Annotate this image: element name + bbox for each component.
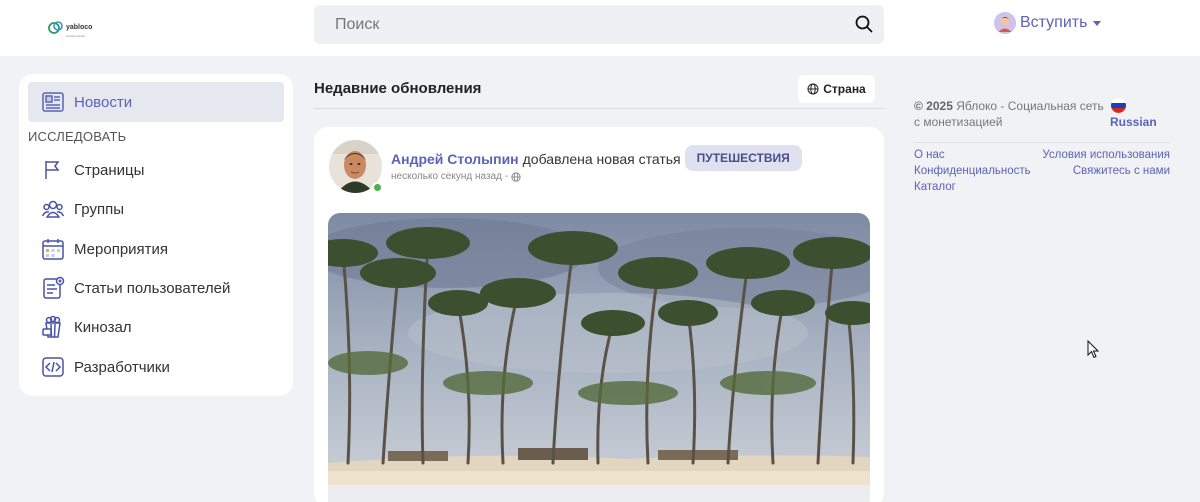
post-headline: Андрей Столыпин добавлена новая статья П…	[391, 145, 802, 171]
post-action-text: добавлена новая статья	[522, 150, 681, 167]
about-link[interactable]: О нас	[914, 149, 945, 161]
left-sidebar: Новости ИССЛЕДОВАТЬ Страницы Группы Меро…	[19, 74, 293, 396]
post-author-link[interactable]: Андрей Столыпин	[391, 151, 519, 167]
sidebar-item-label: Мероприятия	[74, 240, 169, 258]
sidebar-item-label: Группы	[74, 200, 124, 218]
country-filter-label: Страна	[823, 82, 866, 96]
explore-section-label: ИССЛЕДОВАТЬ	[28, 129, 127, 144]
mouse-cursor-icon	[1087, 340, 1099, 359]
logo-icon	[48, 21, 63, 34]
privacy-link[interactable]: Конфиденциальность	[914, 165, 1031, 177]
sidebar-item-groups[interactable]: Группы	[28, 191, 284, 227]
country-filter-button[interactable]: Страна	[798, 75, 875, 103]
join-button[interactable]: Вступить	[994, 12, 1102, 34]
globe-icon	[807, 83, 819, 95]
feed-divider	[314, 108, 884, 109]
feed-title: Недавние обновления	[314, 80, 482, 97]
post-timestamp[interactable]: несколько секунд назад -	[391, 171, 508, 182]
globe-icon	[511, 171, 521, 182]
flag-icon	[45, 161, 60, 179]
sidebar-item-label: Разработчики	[74, 358, 170, 376]
calendar-icon	[42, 239, 64, 260]
top-header: yabloco social network Вступить	[0, 0, 1200, 56]
logo-text: yabloco	[66, 24, 93, 31]
search-icon[interactable]	[855, 15, 873, 33]
language-switcher[interactable]: Russian	[1110, 98, 1157, 129]
sidebar-item-label: Статьи пользователей	[74, 279, 231, 297]
sidebar-item-articles[interactable]: Статьи пользователей	[28, 270, 284, 306]
users-icon	[41, 200, 65, 218]
copyright-year: © 2025	[914, 99, 953, 113]
footer-divider	[914, 142, 1170, 143]
sidebar-item-events[interactable]: Мероприятия	[28, 231, 284, 267]
code-icon	[42, 357, 64, 377]
sidebar-item-label: Кинозал	[74, 318, 132, 336]
search-input[interactable]	[314, 15, 834, 34]
russia-flag-icon	[1111, 98, 1126, 113]
post-card: Андрей Столыпин добавлена новая статья П…	[314, 127, 884, 502]
newspaper-icon	[42, 92, 64, 112]
sidebar-item-label: Новости	[74, 93, 133, 111]
article-icon	[43, 276, 65, 299]
online-status-indicator	[372, 182, 383, 193]
sidebar-item-pages[interactable]: Страницы	[28, 152, 284, 188]
language-label: Russian	[1110, 115, 1157, 129]
user-avatar-icon	[994, 12, 1016, 34]
site-logo[interactable]: yabloco social network	[48, 16, 92, 38]
sidebar-item-label: Страницы	[74, 161, 145, 179]
catalog-link[interactable]: Каталог	[914, 181, 956, 193]
post-category-tag[interactable]: ПУТЕШЕСТВИЯ	[684, 145, 802, 171]
search-bar	[314, 5, 884, 44]
post-meta: несколько секунд назад -	[391, 171, 521, 182]
chevron-down-icon	[1093, 20, 1102, 26]
post-image-palm-beach[interactable]	[328, 213, 870, 485]
sidebar-item-news[interactable]: Новости	[28, 82, 284, 122]
post-content-area	[328, 485, 870, 502]
terms-link[interactable]: Условия использования	[1042, 149, 1170, 161]
logo-subtitle: social network	[66, 34, 86, 38]
sidebar-item-cinema[interactable]: Кинозал	[28, 309, 284, 345]
join-label: Вступить	[1020, 14, 1088, 31]
contact-link[interactable]: Свяжитесь с нами	[1073, 165, 1170, 177]
copyright-text: © 2025 Яблоко - Социальная сеть с монети…	[914, 98, 1104, 130]
sidebar-item-developers[interactable]: Разработчики	[28, 349, 284, 385]
popcorn-icon	[42, 315, 61, 338]
